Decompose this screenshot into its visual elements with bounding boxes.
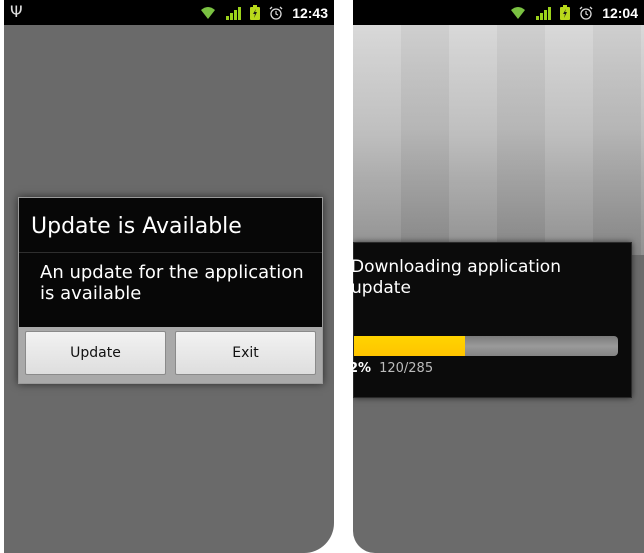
update-dialog: Update is Available An update for the ap… <box>18 197 323 384</box>
wifi-icon <box>511 6 526 19</box>
update-button[interactable]: Update <box>25 331 166 375</box>
left-phone-screen: Ψ 12:43 Update is Available An update fo… <box>4 0 334 553</box>
battery-icon <box>560 5 571 20</box>
battery-icon <box>250 5 261 20</box>
wifi-icon <box>201 6 216 19</box>
usb-icon: Ψ <box>10 2 23 21</box>
dialog-button-bar: Update Exit <box>19 327 322 383</box>
dialog-title: Update is Available <box>31 214 242 239</box>
progress-dialog-title: Downloading application update <box>353 257 561 298</box>
status-bar: 12:04 <box>353 0 644 25</box>
right-phone-screen: 12:04 Downloading application update 2% … <box>353 0 644 553</box>
status-bar: Ψ 12:43 <box>4 0 334 25</box>
progress-count: 120/285 <box>379 361 434 376</box>
alarm-icon <box>269 6 283 20</box>
progress-bar <box>354 336 618 356</box>
background-app-content <box>353 25 644 255</box>
download-progress-dialog: Downloading application update 2% 120/28… <box>353 242 632 398</box>
progress-percent: 2% <box>353 361 372 376</box>
progress-info: 2% 120/285 <box>353 361 433 376</box>
alarm-icon <box>579 6 593 20</box>
exit-button[interactable]: Exit <box>175 331 316 375</box>
progress-bar-fill <box>354 336 465 356</box>
dialog-divider <box>19 252 322 253</box>
dialog-message: An update for the application is availab… <box>40 262 304 304</box>
signal-icon <box>536 6 552 20</box>
status-time: 12:04 <box>602 4 638 21</box>
signal-icon <box>226 6 242 20</box>
status-time: 12:43 <box>292 4 328 21</box>
